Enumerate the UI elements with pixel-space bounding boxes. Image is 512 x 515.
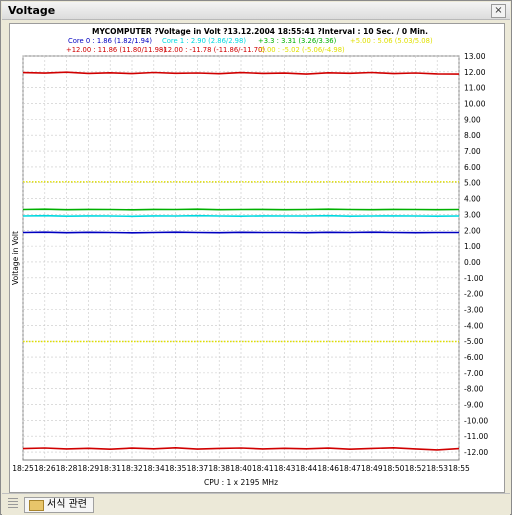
legend-entry: +3.3 : 3.31 (3.26/3.36) xyxy=(258,37,337,45)
y-tick-label: 8.00 xyxy=(464,131,481,140)
y-tick-label: 13.00 xyxy=(464,52,486,61)
x-tick-label: 18:31 xyxy=(99,464,121,473)
x-tick-label: 18:49 xyxy=(361,464,383,473)
y-tick-label: 11.00 xyxy=(464,84,486,93)
y-tick-label: -5.00 xyxy=(464,337,484,346)
chart-panel: 13.00 12.00 11.00 10.00 9.00 8.00 7.00 6.00 5.00… xyxy=(9,23,505,493)
x-tick-label: 18:52 xyxy=(405,464,427,473)
y-tick-label: -2.00 xyxy=(464,290,484,299)
legend-entry: -5.00 : -5.02 (-5.06/-4.98) xyxy=(258,46,345,54)
y-tick-label: 4.00 xyxy=(464,195,481,204)
x-tick-label: 18:34 xyxy=(143,464,165,473)
x-tick-label: 18:50 xyxy=(383,464,405,473)
y-tick-label: -4.00 xyxy=(464,321,484,330)
y-tick-label: -11.00 xyxy=(464,432,488,441)
y-tick-label: -10.00 xyxy=(464,416,488,425)
y-axis-label: Voltage in Volt xyxy=(11,231,20,285)
y-tick-label: -3.00 xyxy=(464,305,484,314)
y-axis-ticks: 13.00 12.00 11.00 10.00 9.00 8.00 7.00 6.00 5.00… xyxy=(464,52,488,457)
y-tick-label: 5.00 xyxy=(464,179,481,188)
x-axis-label: CPU : 1 x 2195 MHz xyxy=(204,478,278,487)
format-tab[interactable]: 서식 관련 xyxy=(24,497,94,513)
x-tick-label: 18:38 xyxy=(208,464,230,473)
x-tick-label: 18:41 xyxy=(252,464,274,473)
legend-entry: Core 0 : 1.86 (1.82/1.94) xyxy=(68,37,152,45)
x-tick-label: 18:40 xyxy=(230,464,252,473)
y-tick-label: 3.00 xyxy=(464,210,481,219)
x-tick-label: 18:43 xyxy=(274,464,296,473)
y-tick-label: -8.00 xyxy=(464,385,484,394)
y-tick-label: -12.00 xyxy=(464,448,488,457)
x-axis-ticks: 18:25 18:26 18:28 18:29 18:31 18:32 18:34 18:35… xyxy=(12,464,470,473)
voltage-window: Voltage × 13.00 12.00 11.00 10.00 9.00 8.00 7.… xyxy=(0,0,512,515)
legend: Core 0 : 1.86 (1.82/1.94) Core 1 : 2.90 (… xyxy=(66,37,433,54)
chart-title: MYCOMPUTER ?Voltage in Volt ?13.12.2004 … xyxy=(92,27,428,36)
legend-entry: +5.00 : 5.06 (5.03/5.08) xyxy=(350,37,433,45)
legend-entry: Core 1 : 2.90 (2.86/2.98) xyxy=(162,37,246,45)
y-tick-label: 9.00 xyxy=(464,115,481,124)
window-title: Voltage xyxy=(8,4,56,17)
legend-entry: -12.00 : -11.78 (-11.86/-11.70) xyxy=(161,46,265,54)
grip-icon xyxy=(8,498,18,510)
x-tick-label: 18:32 xyxy=(121,464,143,473)
title-bar[interactable]: Voltage × xyxy=(2,2,510,20)
y-tick-label: 0.00 xyxy=(464,258,481,267)
folder-icon xyxy=(29,500,44,511)
x-tick-label: 18:28 xyxy=(56,464,78,473)
close-button[interactable]: × xyxy=(491,4,506,18)
y-tick-label: -1.00 xyxy=(464,274,484,283)
x-tick-label: 18:44 xyxy=(296,464,318,473)
x-tick-label: 18:47 xyxy=(339,464,361,473)
x-tick-label: 18:55 xyxy=(448,464,470,473)
series-line xyxy=(22,231,459,234)
series-line xyxy=(22,208,460,211)
voltage-chart: 13.00 12.00 11.00 10.00 9.00 8.00 7.00 6.00 5.00… xyxy=(11,27,488,487)
y-tick-label: 7.00 xyxy=(464,147,481,156)
y-tick-label: 1.00 xyxy=(464,242,481,251)
x-tick-label: 18:37 xyxy=(187,464,209,473)
series-line xyxy=(22,214,460,218)
x-tick-label: 18:35 xyxy=(165,464,187,473)
format-tab-label: 서식 관련 xyxy=(47,499,87,510)
legend-entry: +12.00 : 11.86 (11.80/11.98) xyxy=(66,46,166,54)
x-tick-label: 18:25 xyxy=(12,464,34,473)
y-tick-label: -7.00 xyxy=(464,369,484,378)
y-tick-label: 12.00 xyxy=(464,68,486,77)
y-tick-label: 2.00 xyxy=(464,226,481,235)
x-tick-label: 18:53 xyxy=(426,464,448,473)
y-tick-label: 10.00 xyxy=(464,100,486,109)
y-tick-label: -9.00 xyxy=(464,401,484,410)
x-tick-label: 18:46 xyxy=(317,464,339,473)
x-tick-label: 18:29 xyxy=(78,464,100,473)
status-bar: 서식 관련 xyxy=(2,493,510,515)
x-tick-label: 18:26 xyxy=(34,464,56,473)
y-tick-label: 6.00 xyxy=(464,163,481,172)
y-tick-label: -6.00 xyxy=(464,353,484,362)
